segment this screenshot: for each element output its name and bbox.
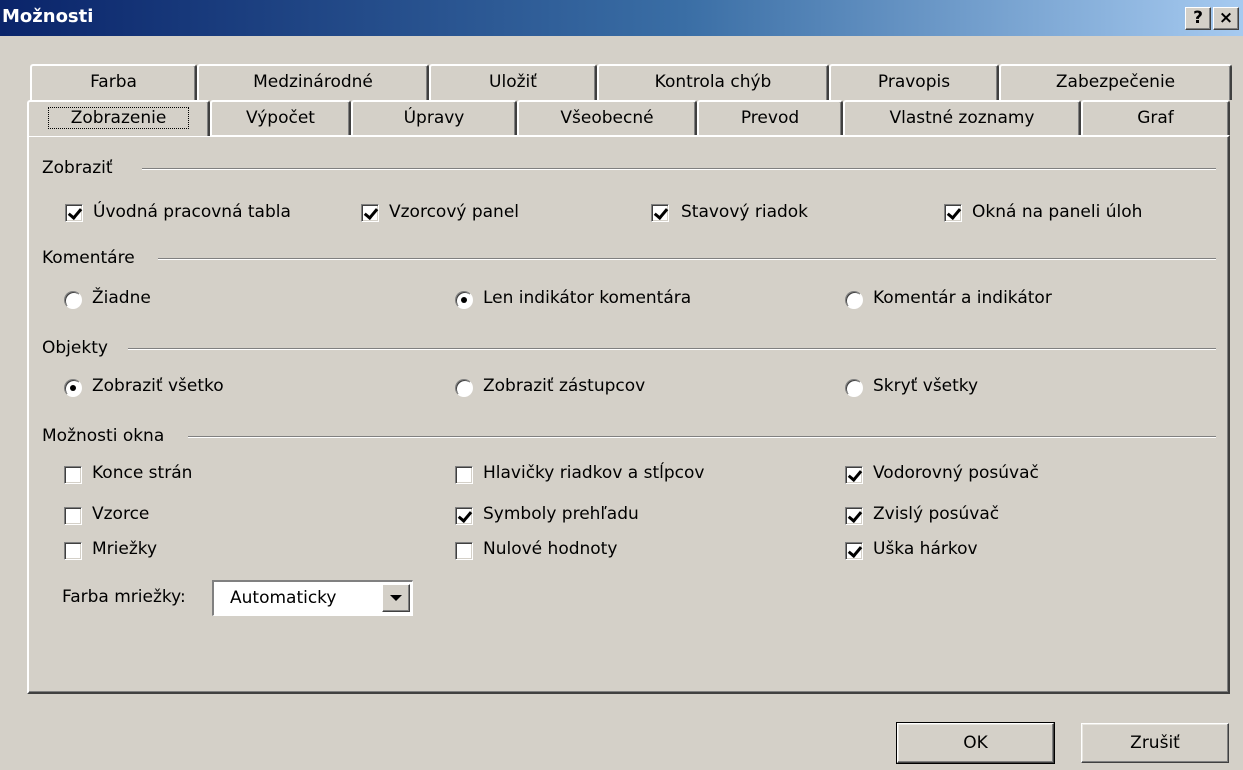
gridcolor-value: Automaticky: [230, 588, 337, 608]
tab-kontrola-chyb[interactable]: Kontrola chýb: [597, 64, 829, 100]
tab-label: Výpočet: [246, 108, 315, 128]
chevron-down-icon[interactable]: [382, 584, 410, 612]
radio-skryt-vsetky[interactable]: [845, 379, 863, 397]
checkbox-okna-na-paneli-uloh[interactable]: [944, 204, 962, 222]
group-label-zobrazit: Zobraziť: [42, 158, 113, 178]
tab-label: Úpravy: [403, 108, 465, 128]
group-divider: [188, 436, 1216, 438]
group-label-objekty: Objekty: [42, 338, 108, 358]
tab-pravopis[interactable]: Pravopis: [829, 64, 999, 100]
checkbox-nulove-hodnoty[interactable]: [455, 542, 473, 560]
tab-label: Farba: [90, 72, 137, 92]
checkbox-label: Úvodná pracovná tabla: [93, 202, 291, 222]
ok-button[interactable]: OK: [896, 722, 1055, 764]
radio-zobrazit-vsetko[interactable]: [64, 379, 82, 397]
radio-label: Len indikátor komentára: [483, 288, 692, 308]
tab-label: Medzinárodné: [253, 72, 373, 92]
checkbox-vodorovny-posuvac[interactable]: [845, 466, 863, 484]
checkbox-label: Vzorcový panel: [389, 202, 520, 222]
checkbox-label: Stavový riadok: [681, 202, 809, 222]
checkbox-mriezky[interactable]: [64, 542, 82, 560]
tab-prevod[interactable]: Prevod: [697, 100, 843, 136]
checkbox-label: Symboly prehľadu: [483, 504, 639, 524]
checkbox-label: Mriežky: [92, 539, 158, 559]
radio-label: Žiadne: [92, 288, 151, 308]
tab-zabezpecenie[interactable]: Zabezpečenie: [999, 64, 1232, 100]
tab-vseobecne[interactable]: Všeobecné: [517, 100, 697, 136]
radio-label: Skryť všetky: [873, 376, 979, 396]
checkbox-konce-stran[interactable]: [64, 466, 82, 484]
checkbox-vzorcovy-panel[interactable]: [361, 204, 379, 222]
radio-label: Komentár a indikátor: [873, 288, 1052, 308]
radio-komentar-a-indikator[interactable]: [845, 291, 863, 309]
checkbox-stavovy-riadok[interactable]: [651, 204, 669, 222]
tab-label: Všeobecné: [560, 108, 654, 128]
checkbox-symboly-prehladu[interactable]: [455, 507, 473, 525]
help-button[interactable]: ?: [1185, 7, 1211, 30]
checkbox-uska-harkov[interactable]: [845, 542, 863, 560]
radio-label: Zobraziť zástupcov: [483, 376, 646, 396]
cancel-button[interactable]: Zrušiť: [1081, 723, 1229, 763]
close-button[interactable]: ×: [1213, 7, 1239, 30]
group-divider: [128, 348, 1216, 350]
tab-ulozit[interactable]: Uložiť: [429, 64, 597, 100]
checkbox-label: Vzorce: [92, 504, 150, 524]
checkbox-label: Okná na paneli úloh: [972, 202, 1143, 222]
radio-label: Zobraziť všetko: [92, 376, 224, 396]
tab-label: Kontrola chýb: [654, 72, 772, 92]
tab-label: Zobrazenie: [47, 107, 190, 129]
tab-farba[interactable]: Farba: [30, 64, 197, 100]
checkbox-uvodna-pracovna-tabla[interactable]: [65, 204, 83, 222]
checkbox-vzorce[interactable]: [64, 507, 82, 525]
group-divider: [158, 258, 1216, 260]
title-bar[interactable]: Možnosti ? ×: [0, 0, 1243, 36]
checkbox-hlavicky[interactable]: [455, 466, 473, 484]
checkbox-zvisly-posuvac[interactable]: [845, 507, 863, 525]
window-title: Možnosti: [2, 6, 94, 27]
tab-label: Vlastné zoznamy: [889, 108, 1035, 128]
group-divider: [142, 168, 1216, 170]
tab-label: Pravopis: [877, 72, 951, 92]
close-icon: ×: [1218, 8, 1234, 28]
radio-len-indikator[interactable]: [455, 291, 473, 309]
tab-medzinarodne[interactable]: Medzinárodné: [197, 64, 429, 100]
group-label-komentare: Komentáre: [42, 248, 135, 268]
checkbox-label: Hlavičky riadkov a stĺpcov: [483, 463, 705, 483]
group-label-moznosti-okna: Možnosti okna: [42, 426, 165, 446]
checkbox-label: Uška hárkov: [873, 539, 978, 559]
tab-vypocet[interactable]: Výpočet: [210, 100, 351, 136]
tab-label: Prevod: [740, 108, 800, 128]
tab-vlastne-zoznamy[interactable]: Vlastné zoznamy: [843, 100, 1081, 136]
tab-upravy[interactable]: Úpravy: [351, 100, 517, 136]
checkbox-label: Zvislý posúvač: [873, 504, 1000, 524]
tab-label: Uložiť: [489, 72, 537, 92]
checkbox-label: Vodorovný posúvač: [873, 463, 1039, 483]
radio-zobrazit-zastupcov[interactable]: [455, 379, 473, 397]
radio-ziadne[interactable]: [64, 291, 82, 309]
gridcolor-select[interactable]: Automaticky: [212, 580, 413, 616]
checkbox-label: Nulové hodnoty: [483, 539, 618, 559]
tab-label: Graf: [1137, 108, 1174, 128]
tab-zobrazenie[interactable]: Zobrazenie: [27, 100, 210, 136]
gridcolor-label: Farba mriežky:: [62, 587, 186, 607]
tab-graf[interactable]: Graf: [1081, 100, 1230, 136]
checkbox-label: Konce strán: [92, 463, 193, 483]
tab-label: Zabezpečenie: [1055, 72, 1176, 92]
